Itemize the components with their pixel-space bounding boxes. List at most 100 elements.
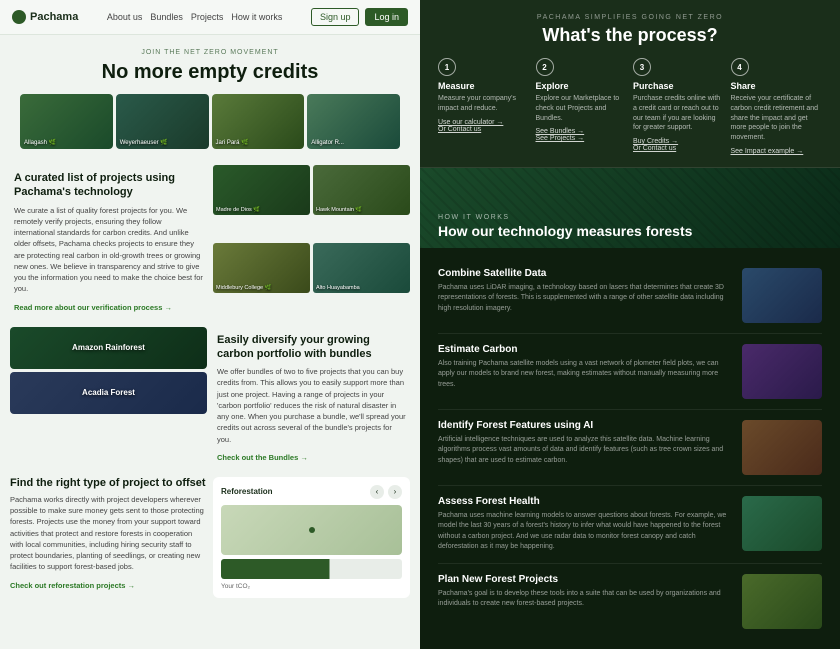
feature-carbon-text: Estimate Carbon Also training Pachama sa…: [438, 344, 734, 399]
navigation: Pachama About us Bundles Projects How it…: [0, 0, 420, 35]
widget-bar: [221, 559, 402, 579]
feature-new-forest-image: [742, 574, 822, 629]
hero-title: No more empty credits: [20, 60, 400, 84]
hero-img-label-0: Allagash 🌿: [24, 139, 56, 146]
bundle-text: Easily diversify your growing carbon por…: [213, 327, 410, 469]
bundle-img-amazon: Amazon Rainforest: [10, 327, 207, 369]
tech-hero-image: HOW IT WORKS How our technology measures…: [420, 168, 840, 248]
feature-carbon-desc: Also training Pachama satellite models u…: [438, 359, 734, 391]
tech-tag: HOW IT WORKS: [438, 214, 822, 221]
feature-satellite: Combine Satellite Data Pachama uses LiDA…: [438, 258, 822, 334]
widget-label: Your tCO₂: [221, 583, 402, 590]
hero-section: JOIN THE NET ZERO MOVEMENT No more empty…: [0, 35, 420, 165]
bundle-img-acadia: Acadia Forest: [10, 372, 207, 414]
feature-carbon-title: Estimate Carbon: [438, 344, 734, 355]
logo-text: Pachama: [30, 11, 78, 23]
feature-carbon: Estimate Carbon Also training Pachama sa…: [438, 334, 822, 410]
project-img-middlebury: Middlebury College 🌿: [213, 243, 310, 293]
step-link-measure[interactable]: Use our calculator →Or Contact us: [438, 119, 530, 133]
reforestation-section: Find the right type of project to offset…: [0, 477, 420, 610]
tech-section: HOW IT WORKS How our technology measures…: [420, 168, 840, 649]
feature-carbon-image: [742, 344, 822, 399]
nav-links: About us Bundles Projects How it works: [88, 12, 301, 22]
nav-projects[interactable]: Projects: [191, 12, 224, 22]
step-purchase: 3 Purchase Purchase credits online with …: [633, 58, 725, 155]
project-img-hawk: Hawk Mountain 🌿: [313, 165, 410, 215]
hero-img-label-2: Jari Pará 🌿: [216, 139, 249, 146]
bundle-label-amazon: Amazon Rainforest: [72, 343, 145, 352]
bundles-section: Amazon Rainforest Acadia Forest Easily d…: [0, 327, 420, 477]
step-desc-explore: Explore our Marketplace to check out Pro…: [536, 94, 628, 123]
feature-ai-title: Identify Forest Features using AI: [438, 420, 734, 431]
login-button[interactable]: Log in: [365, 8, 408, 26]
project-img-madre: Madre de Dios 🌿: [213, 165, 310, 215]
tech-title: How our technology measures forests: [438, 223, 822, 240]
feature-health: Assess Forest Health Pachama uses machin…: [438, 486, 822, 564]
logo[interactable]: Pachama: [12, 10, 78, 24]
curated-text: A curated list of projects using Pachama…: [10, 165, 207, 319]
feature-health-text: Assess Forest Health Pachama uses machin…: [438, 496, 734, 553]
feature-health-desc: Pachama uses machine learning models to …: [438, 511, 734, 553]
hero-img-label-3: Alligator R...: [311, 140, 344, 146]
step-desc-measure: Measure your company's impact and reduce…: [438, 94, 530, 114]
step-title-share: Share: [731, 81, 823, 91]
feature-new-forest-title: Plan New Forest Projects: [438, 574, 734, 585]
nav-about[interactable]: About us: [107, 12, 143, 22]
widget-arrow-right[interactable]: ›: [388, 485, 402, 499]
step-link-purchase[interactable]: Buy Credits →Or Contact us: [633, 138, 725, 152]
right-panel: PACHAMA SIMPLIFIES GOING NET ZERO What's…: [420, 0, 840, 649]
step-title-explore: Explore: [536, 81, 628, 91]
curated-images: Madre de Dios 🌿 Hawk Mountain 🌿 Middlebu…: [213, 165, 410, 319]
process-section: PACHAMA SIMPLIFIES GOING NET ZERO What's…: [420, 0, 840, 168]
hero-image-allagash: Allagash 🌿: [20, 94, 113, 149]
signup-button[interactable]: Sign up: [311, 8, 360, 26]
bundle-heading: Easily diversify your growing carbon por…: [217, 333, 406, 362]
hero-image-jariperu: Jari Pará 🌿: [212, 94, 305, 149]
curated-link[interactable]: Read more about our verification process…: [14, 303, 172, 312]
bundle-label-acadia: Acadia Forest: [82, 388, 135, 397]
widget-map: [221, 505, 402, 555]
nav-how[interactable]: How it works: [231, 12, 282, 22]
feature-ai: Identify Forest Features using AI Artifi…: [438, 410, 822, 486]
project-label-alto: Alto Huayabamba: [316, 285, 360, 291]
feature-ai-desc: Artificial intelligence techniques are u…: [438, 435, 734, 467]
nav-bundles[interactable]: Bundles: [150, 12, 183, 22]
logo-icon: [12, 10, 26, 24]
step-num-4: 4: [731, 58, 749, 76]
step-title-purchase: Purchase: [633, 81, 725, 91]
step-link-explore[interactable]: See Bundles →See Projects →: [536, 128, 628, 142]
step-share: 4 Share Receive your certificate of carb…: [731, 58, 823, 155]
bundle-body: We offer bundles of two to five projects…: [217, 366, 406, 445]
widget-title: Reforestation: [221, 487, 273, 496]
feature-ai-image: [742, 420, 822, 475]
hero-img-label-1: Weyerhaeuser 🌿: [120, 139, 168, 146]
reforestation-text: Find the right type of project to offset…: [10, 477, 207, 598]
feature-health-image: [742, 496, 822, 551]
hero-image-weyerhaeuser: Weyerhaeuser 🌿: [116, 94, 209, 149]
feature-satellite-title: Combine Satellite Data: [438, 268, 734, 279]
process-steps: 1 Measure Measure your company's impact …: [438, 58, 822, 155]
widget-arrow-left[interactable]: ‹: [370, 485, 384, 499]
feature-new-forest: Plan New Forest Projects Pachama's goal …: [438, 564, 822, 639]
project-label-madre: Madre de Dios 🌿: [216, 207, 260, 213]
step-desc-purchase: Purchase credits online with a credit ca…: [633, 94, 725, 133]
project-label-middlebury: Middlebury College 🌿: [216, 285, 271, 291]
feature-satellite-desc: Pachama uses LiDAR imaging, a technology…: [438, 283, 734, 315]
step-measure: 1 Measure Measure your company's impact …: [438, 58, 530, 155]
reforestation-body: Pachama works directly with project deve…: [10, 494, 207, 573]
tech-hero-overlay: HOW IT WORKS How our technology measures…: [438, 214, 822, 240]
nav-actions: Sign up Log in: [311, 8, 408, 26]
reforestation-link[interactable]: Check out reforestation projects →: [10, 581, 135, 590]
bundle-link[interactable]: Check out the Bundles →: [217, 453, 308, 462]
curated-body: We curate a list of quality forest proje…: [14, 205, 203, 295]
feature-ai-text: Identify Forest Features using AI Artifi…: [438, 420, 734, 475]
step-explore: 2 Explore Explore our Marketplace to che…: [536, 58, 628, 155]
project-img-alto: Alto Huayabamba: [313, 243, 410, 293]
hero-image-grid: Allagash 🌿 Weyerhaeuser 🌿 Jari Pará 🌿 Al…: [20, 94, 400, 149]
reforestation-heading: Find the right type of project to offset: [10, 477, 207, 489]
step-num-2: 2: [536, 58, 554, 76]
project-label-hawk: Hawk Mountain 🌿: [316, 207, 362, 213]
step-link-share[interactable]: See Impact example →: [731, 148, 823, 155]
step-num-3: 3: [633, 58, 651, 76]
step-title-measure: Measure: [438, 81, 530, 91]
